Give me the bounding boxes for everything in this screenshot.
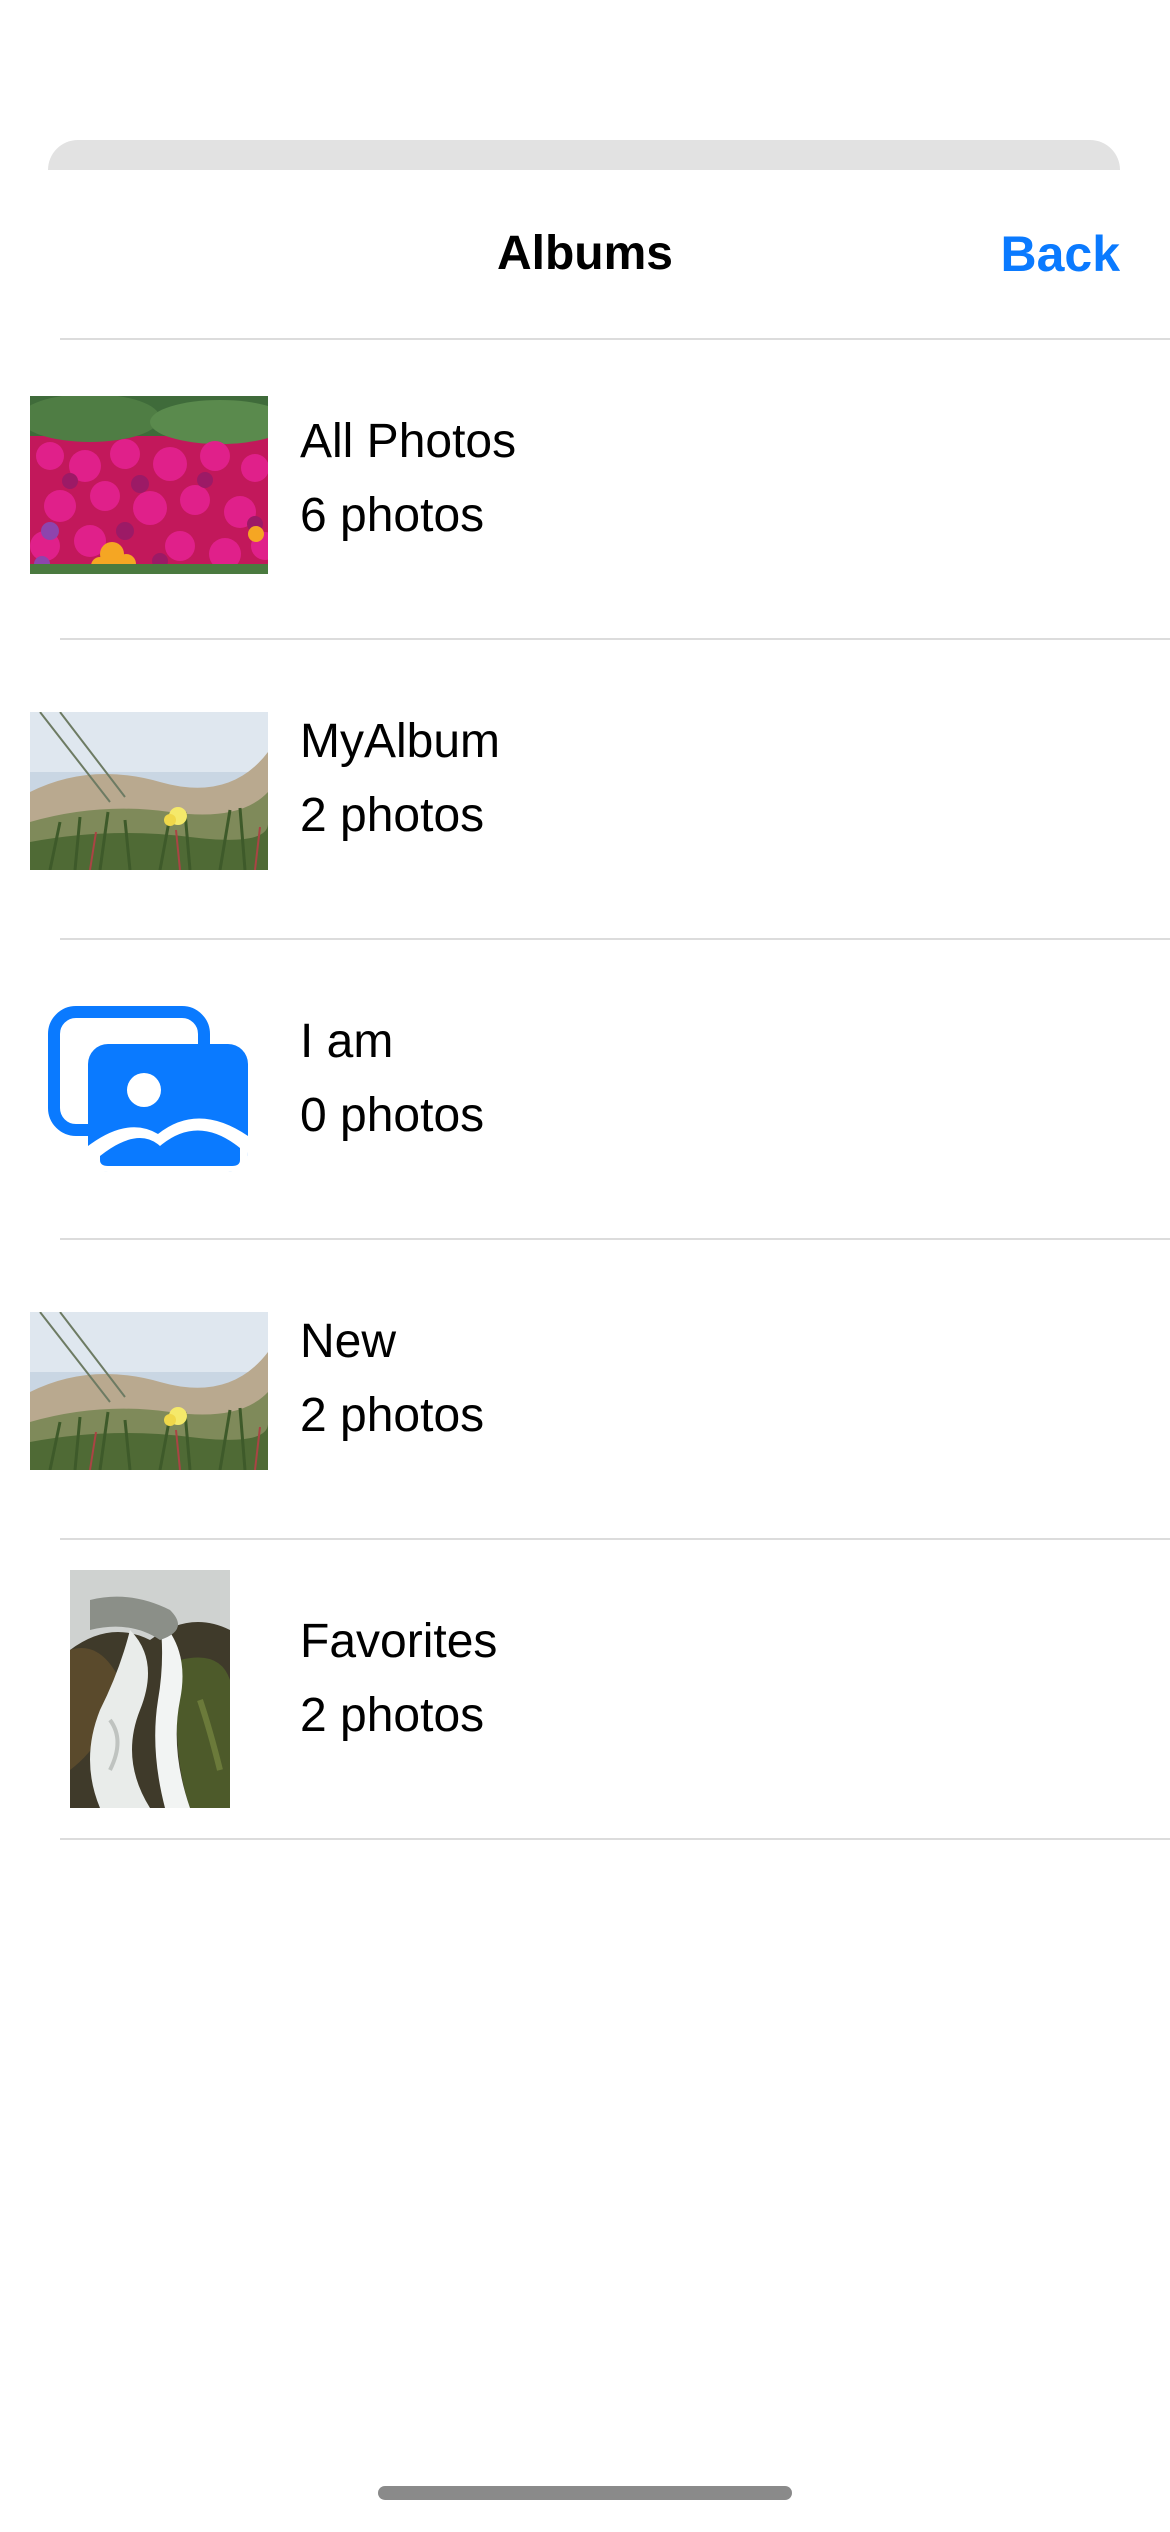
album-thumbnail-dune-grass: [30, 1312, 268, 1470]
album-photo-count: 2 photos: [300, 789, 485, 842]
album-list: All Photos 6 photos MyAlbum 2 photos I a…: [0, 340, 1170, 1840]
album-photo-count: 2 photos: [300, 1389, 485, 1442]
photo-stack-placeholder-icon: [48, 1006, 252, 1176]
album-name: New: [300, 1315, 397, 1368]
albums-sheet: Albums Back All Photos 6 photos MyAlbum …: [0, 170, 1170, 2532]
album-row-all-photos[interactable]: All Photos 6 photos: [0, 340, 1170, 640]
album-thumbnail-flower-field: [30, 396, 268, 574]
album-photo-count: 0 photos: [300, 1089, 485, 1142]
album-photo-count: 2 photos: [300, 1689, 485, 1742]
album-row-new[interactable]: New 2 photos: [0, 1240, 1170, 1540]
album-thumbnail-dune-grass: [30, 712, 268, 870]
divider-inset: [0, 1838, 60, 1840]
album-photo-count: 6 photos: [300, 489, 485, 542]
album-thumbnail-waterfall: [70, 1570, 230, 1808]
album-name: I am: [300, 1015, 394, 1068]
album-row-favorites[interactable]: Favorites 2 photos: [0, 1540, 1170, 1840]
album-row-i-am[interactable]: I am 0 photos: [0, 940, 1170, 1240]
album-name: Favorites: [300, 1615, 498, 1668]
album-name: MyAlbum: [300, 715, 501, 768]
album-name: All Photos: [300, 415, 517, 468]
album-row-myalbum[interactable]: MyAlbum 2 photos: [0, 640, 1170, 940]
page-title: Albums: [496, 227, 673, 280]
home-indicator[interactable]: [378, 2486, 792, 2500]
back-button[interactable]: Back: [1000, 226, 1120, 282]
